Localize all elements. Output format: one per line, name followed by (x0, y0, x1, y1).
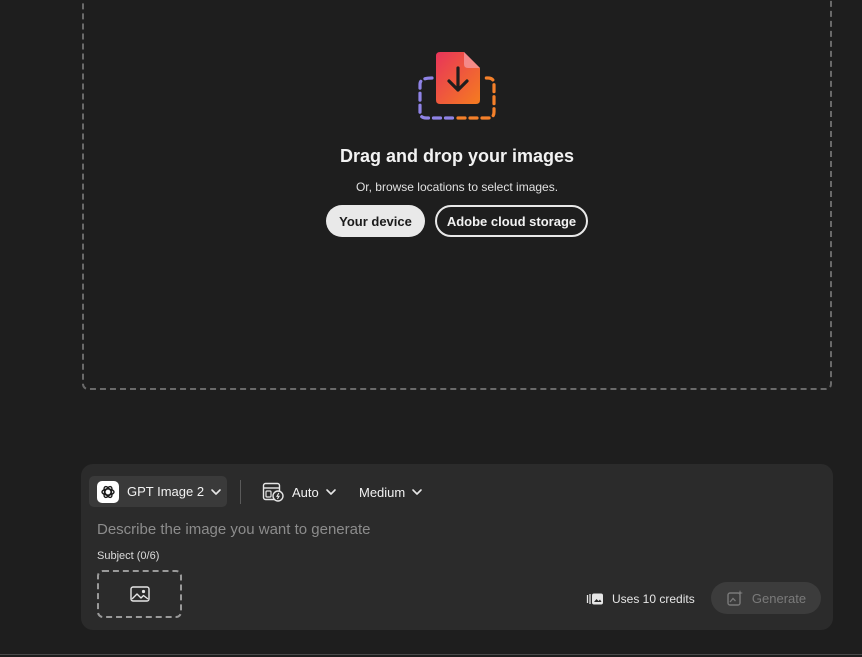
generate-icon (727, 590, 743, 606)
bottom-divider (0, 654, 862, 655)
openai-logo-icon (97, 480, 119, 503)
model-label: GPT Image 2 (127, 484, 205, 499)
credits-info: Uses 10 credits (586, 590, 695, 608)
credits-icon (586, 593, 603, 605)
aspect-ratio-selector[interactable]: Auto (262, 481, 337, 503)
aspect-ratio-label: Auto (292, 484, 319, 500)
chevron-down-icon (325, 489, 336, 495)
quality-selector[interactable]: Medium (359, 481, 423, 503)
image-icon (129, 586, 150, 602)
generate-button[interactable]: Generate (711, 582, 821, 614)
chevron-down-icon (211, 488, 221, 495)
chevron-down-icon (412, 489, 423, 495)
subject-label: Subject (0/6) (97, 550, 160, 562)
your-device-button[interactable]: Your device (326, 205, 425, 237)
prompt-composer: GPT Image 2 Auto Medium Subject (0/6) (81, 464, 833, 630)
upload-file-icon (418, 52, 496, 120)
dropzone-title: Drag and drop your images (339, 146, 575, 166)
prompt-input[interactable] (97, 518, 797, 540)
generate-label: Generate (751, 590, 807, 606)
add-subject-image-button[interactable] (97, 570, 182, 618)
toolbar-divider (240, 480, 241, 504)
dropzone-subtitle: Or, browse locations to select images. (355, 180, 559, 194)
quality-label: Medium (359, 484, 406, 500)
adobe-cloud-storage-button[interactable]: Adobe cloud storage (435, 205, 588, 237)
aspect-ratio-icon (262, 482, 284, 502)
credits-label: Uses 10 credits (612, 592, 695, 606)
model-selector[interactable]: GPT Image 2 (89, 476, 227, 507)
